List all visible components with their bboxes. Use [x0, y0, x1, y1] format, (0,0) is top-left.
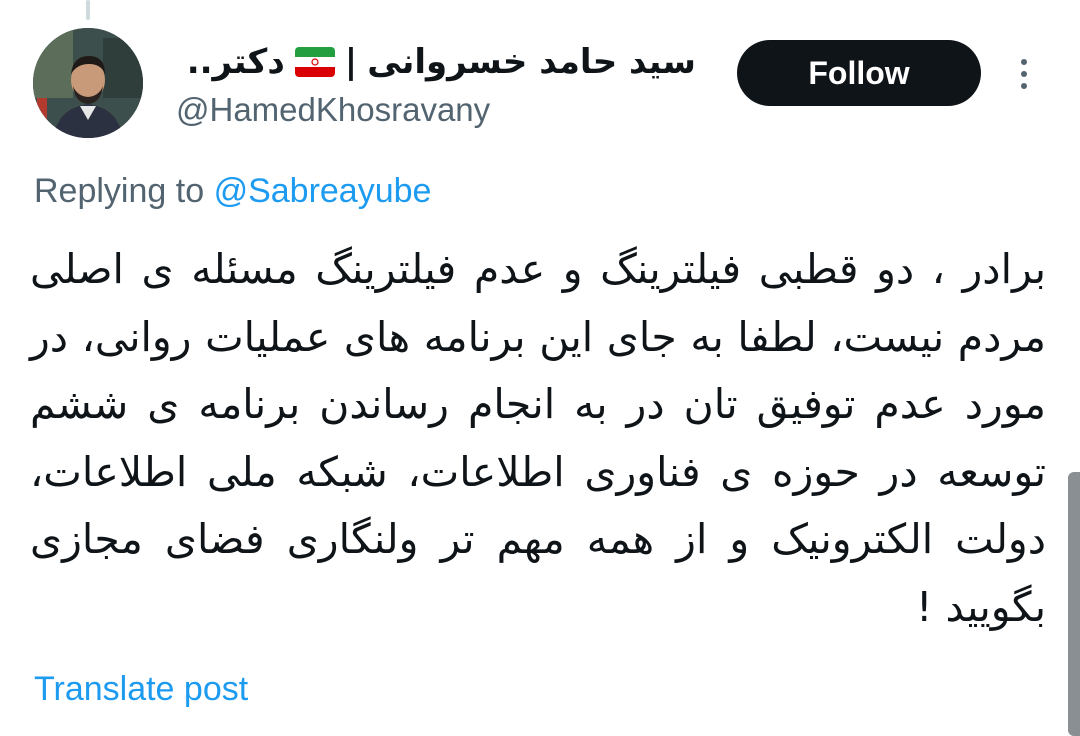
author-info: دکتر.. | سید حامد خسروانی @HamedKhosrava… — [176, 42, 696, 130]
author-handle[interactable]: @HamedKhosravany — [176, 90, 696, 130]
translate-post-link[interactable]: Translate post — [34, 668, 248, 710]
display-name-suffix: دکتر.. — [186, 42, 285, 82]
more-options-icon[interactable] — [1008, 50, 1040, 98]
tweet-text: برادر ، دو قطبی فیلترینگ و عدم فیلترینگ … — [30, 245, 1046, 631]
follow-button[interactable]: Follow — [737, 40, 981, 106]
iran-flag-icon — [294, 47, 335, 77]
reply-mention-link[interactable]: @Sabreayube — [214, 172, 432, 210]
replying-to-line: Replying to @Sabreayube — [34, 170, 431, 212]
author-display-name[interactable]: دکتر.. | سید حامد خسروانی — [176, 42, 696, 82]
dot — [1021, 83, 1027, 89]
avatar[interactable] — [33, 28, 143, 138]
thread-connector-line — [86, 0, 90, 20]
display-name-separator: | — [344, 42, 358, 82]
dot — [1021, 59, 1027, 65]
dot — [1021, 71, 1027, 77]
avatar-photo — [33, 28, 143, 138]
replying-to-label: Replying to — [34, 172, 205, 210]
display-name-main: سید حامد خسروانی — [367, 42, 696, 82]
scrollbar-thumb[interactable] — [1068, 472, 1080, 736]
